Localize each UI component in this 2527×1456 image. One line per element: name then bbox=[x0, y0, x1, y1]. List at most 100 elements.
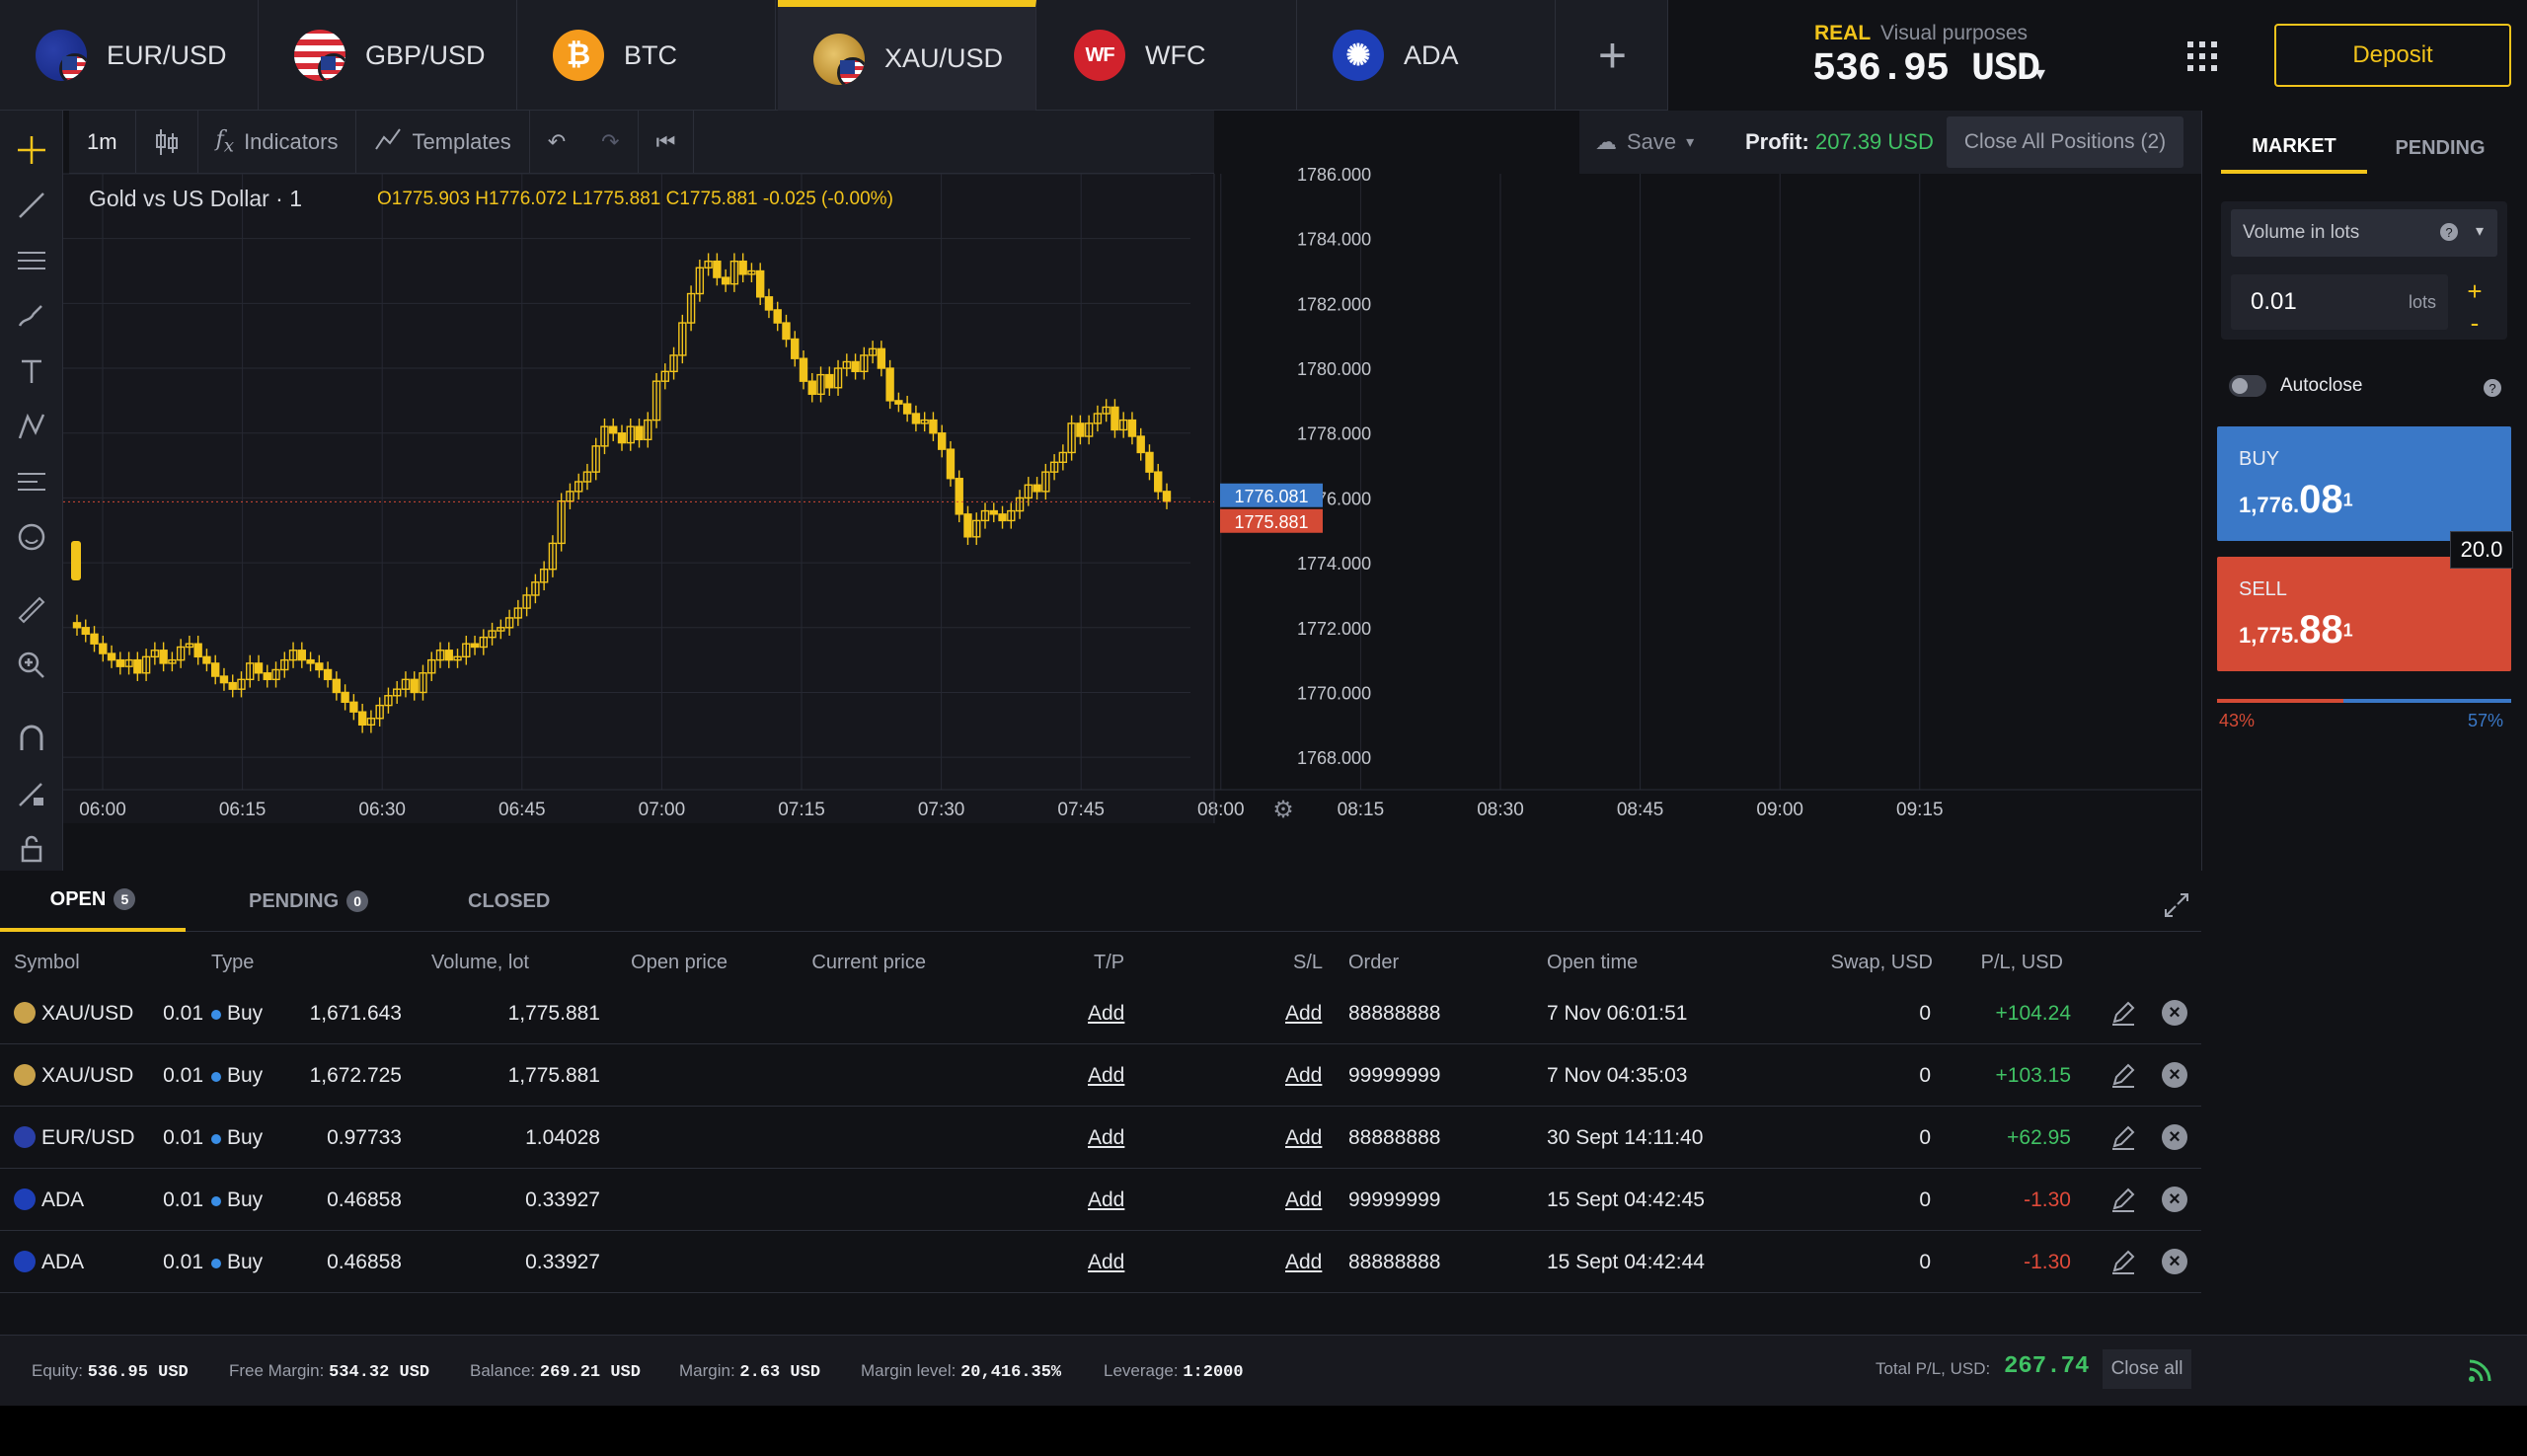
candle-body bbox=[609, 425, 618, 434]
candle-body bbox=[306, 658, 315, 664]
table-row[interactable]: XAU/USD Buy 0.01 1,672.725 1,775.881 Add Add 99… bbox=[0, 1044, 2201, 1107]
table-row[interactable]: ADA Buy 0.01 0.46858 0.33927 Add Add 88888888 15… bbox=[0, 1231, 2201, 1293]
edit-icon[interactable] bbox=[2110, 1062, 2136, 1088]
fibonacci-icon[interactable] bbox=[12, 462, 51, 501]
tab-gbp-usd[interactable]: GBP/USD bbox=[259, 0, 517, 111]
horizontal-lines-icon[interactable] bbox=[12, 241, 51, 280]
open-price-cell: 0.46858 bbox=[327, 1188, 402, 1211]
tab-pending[interactable]: PENDING bbox=[2367, 122, 2513, 174]
sell-label: SELL bbox=[2239, 578, 2287, 600]
buy-dot-icon bbox=[211, 1072, 221, 1082]
add-tab-button[interactable]: + bbox=[1558, 0, 1668, 111]
close-position-icon[interactable]: × bbox=[2162, 1124, 2187, 1150]
sell-button[interactable]: SELL 1,775.881 bbox=[2217, 557, 2511, 671]
candle-body bbox=[635, 425, 644, 441]
candle-body bbox=[755, 269, 765, 298]
lock-drawing-icon[interactable] bbox=[12, 774, 51, 813]
tab-market[interactable]: MARKET bbox=[2221, 122, 2367, 174]
wells-fargo-icon: WF bbox=[1074, 30, 1125, 81]
sentiment-buy-pct: 57% bbox=[2468, 711, 2504, 730]
indicators-button[interactable]: fx Indicators bbox=[198, 110, 357, 174]
close-position-icon[interactable]: × bbox=[2162, 1249, 2187, 1274]
add-sl-link[interactable]: Add bbox=[1285, 1251, 1322, 1274]
col-tp: T/P bbox=[1094, 952, 1125, 973]
price-chart[interactable]: 06:00 06:15 06:30 06:45 07:00 07:15 07:30 07:45… bbox=[63, 165, 2201, 823]
edit-icon[interactable] bbox=[2110, 1249, 2136, 1274]
chevron-down-icon: ▾ bbox=[1686, 134, 1695, 151]
trend-line-icon[interactable] bbox=[12, 186, 51, 225]
zoom-in-icon[interactable] bbox=[12, 646, 51, 685]
tab-ada[interactable]: ✺ ADA bbox=[1297, 0, 1556, 111]
candle-body bbox=[210, 662, 220, 677]
expand-icon[interactable] bbox=[2164, 892, 2189, 918]
help-icon[interactable]: ? bbox=[2484, 379, 2501, 397]
table-row[interactable]: XAU/USD Buy 0.01 1,671.643 1,775.881 Add Add 88… bbox=[0, 982, 2201, 1044]
tab-open[interactable]: OPEN 5 bbox=[0, 871, 186, 932]
buy-dot-icon bbox=[211, 1196, 221, 1206]
buy-dot-icon bbox=[211, 1134, 221, 1144]
redo-icon[interactable]: ↷ bbox=[583, 110, 639, 174]
close-all-button[interactable]: Close all bbox=[2103, 1349, 2191, 1389]
add-tp-link[interactable]: Add bbox=[1088, 1002, 1124, 1026]
pattern-tool-icon[interactable] bbox=[12, 407, 51, 446]
candles-icon[interactable] bbox=[136, 110, 198, 174]
volume-decrease-button[interactable]: - bbox=[2458, 308, 2491, 338]
add-sl-link[interactable]: Add bbox=[1285, 1002, 1322, 1026]
volume-type-dropdown[interactable]: Volume in lots ? ▾ bbox=[2231, 209, 2497, 257]
close-all-positions-button[interactable]: Close All Positions (2) bbox=[1947, 116, 2183, 168]
close-position-icon[interactable]: × bbox=[2162, 1000, 2187, 1026]
tab-xau-usd[interactable]: XAU/USD bbox=[778, 0, 1036, 111]
templates-button[interactable]: Templates bbox=[356, 110, 530, 174]
cloud-icon: ☁ bbox=[1595, 129, 1617, 154]
add-sl-link[interactable]: Add bbox=[1285, 1064, 1322, 1088]
autoclose-toggle[interactable] bbox=[2229, 375, 2266, 397]
autoclose-label: Autoclose bbox=[2280, 375, 2363, 396]
tab-closed[interactable]: CLOSED bbox=[468, 871, 550, 932]
edit-icon[interactable] bbox=[2110, 1187, 2136, 1212]
undo-icon[interactable]: ↶ bbox=[530, 111, 583, 174]
candle-body bbox=[81, 627, 90, 636]
timeframe-button[interactable]: 1m bbox=[69, 110, 136, 174]
swap-cell: 0 bbox=[1919, 1251, 1931, 1273]
deposit-button[interactable]: Deposit bbox=[2274, 24, 2511, 87]
close-position-icon[interactable]: × bbox=[2162, 1062, 2187, 1088]
crosshair-icon[interactable] bbox=[12, 130, 51, 170]
replay-icon[interactable]: ⏮ bbox=[639, 110, 695, 174]
volume-increase-button[interactable]: + bbox=[2458, 276, 2491, 306]
apps-grid-icon[interactable] bbox=[2187, 41, 2217, 71]
save-button[interactable]: ☁ Save ▾ bbox=[1595, 116, 1694, 168]
table-row[interactable]: ADA Buy 0.01 0.46858 0.33927 Add Add 99999999 15… bbox=[0, 1169, 2201, 1231]
tab-pending-orders[interactable]: PENDING 0 bbox=[249, 871, 369, 932]
tab-btc[interactable]: ₿ BTC bbox=[517, 0, 776, 111]
tab-eur-usd[interactable]: EUR/USD bbox=[0, 0, 259, 111]
swap-cell: 0 bbox=[1919, 1002, 1931, 1025]
emoji-icon[interactable] bbox=[12, 517, 51, 557]
tab-label: EUR/USD bbox=[107, 39, 227, 70]
add-tp-link[interactable]: Add bbox=[1088, 1188, 1124, 1212]
add-sl-link[interactable]: Add bbox=[1285, 1188, 1322, 1212]
table-row[interactable]: EUR/USD Buy 0.01 0.97733 1.04028 Add Add 888888… bbox=[0, 1107, 2201, 1169]
ruler-icon[interactable] bbox=[12, 590, 51, 630]
chevron-down-icon[interactable]: ▾ bbox=[2035, 61, 2045, 86]
brush-icon[interactable] bbox=[12, 296, 51, 336]
buy-button[interactable]: BUY 1,776.081 bbox=[2217, 426, 2511, 541]
add-tp-link[interactable]: Add bbox=[1088, 1126, 1124, 1150]
edit-icon[interactable] bbox=[2110, 1124, 2136, 1150]
text-tool-icon[interactable] bbox=[12, 351, 51, 391]
tab-wfc[interactable]: WF WFC bbox=[1038, 0, 1297, 111]
add-sl-link[interactable]: Add bbox=[1285, 1126, 1322, 1150]
current-price-cell: 1,775.881 bbox=[507, 1064, 600, 1087]
type-cell: Buy bbox=[211, 1126, 263, 1150]
add-tp-link[interactable]: Add bbox=[1088, 1251, 1124, 1274]
add-tp-link[interactable]: Add bbox=[1088, 1064, 1124, 1088]
y-tick-label: 1778.000 bbox=[1297, 424, 1371, 444]
x-tick-label: 09:00 bbox=[1756, 800, 1803, 820]
order-cell: 88888888 bbox=[1348, 1126, 1441, 1149]
account-balance-dropdown[interactable]: 536.95 USD bbox=[1812, 47, 2040, 92]
edit-icon[interactable] bbox=[2110, 1000, 2136, 1026]
pl-cell: -1.30 bbox=[2024, 1251, 2071, 1273]
close-position-icon[interactable]: × bbox=[2162, 1187, 2187, 1212]
lock-icon[interactable] bbox=[12, 829, 51, 869]
connection-signal-icon bbox=[2468, 1357, 2493, 1383]
magnet-icon[interactable] bbox=[12, 719, 51, 758]
